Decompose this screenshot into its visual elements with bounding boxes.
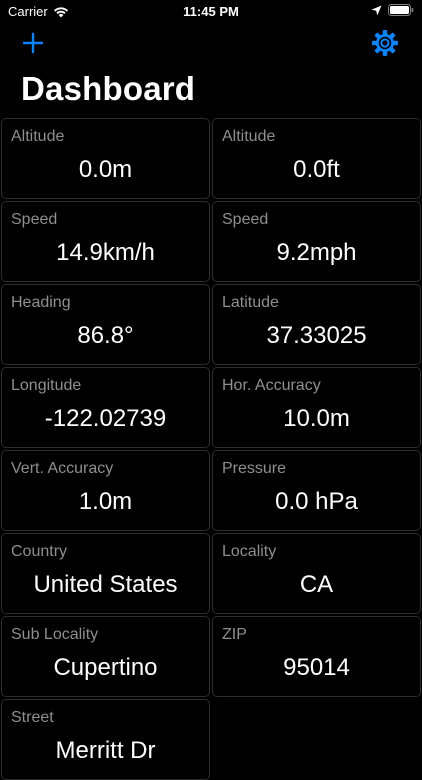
- location-arrow-icon: [371, 5, 382, 16]
- page-title: Dashboard: [21, 70, 196, 107]
- status-bar: Carrier 11:45 PM: [0, 0, 422, 24]
- tile-label: Speed: [11, 211, 58, 228]
- add-button[interactable]: [20, 30, 46, 56]
- tile-value: Merritt Dr: [55, 737, 156, 764]
- tile-value: United States: [33, 571, 178, 598]
- tile-label: Locality: [222, 543, 277, 560]
- tile-value: 0.0ft: [293, 156, 340, 183]
- tile-value: 14.9km/h: [56, 239, 155, 266]
- tile-street[interactable]: Street Merritt Dr: [1, 699, 210, 780]
- tile-label: Heading: [11, 294, 71, 311]
- tile-value: 9.2mph: [276, 239, 357, 266]
- tile-altitude-m[interactable]: Altitude 0.0m: [1, 118, 210, 199]
- tile-latitude[interactable]: Latitude 37.33025: [212, 284, 421, 365]
- settings-button[interactable]: [370, 28, 400, 58]
- tile-value: 0.0 hPa: [275, 488, 358, 515]
- tile-speed-mph[interactable]: Speed 9.2mph: [212, 201, 421, 282]
- gear-icon: [372, 30, 398, 56]
- tile-pressure[interactable]: Pressure 0.0 hPa: [212, 450, 421, 531]
- tile-value: 95014: [283, 654, 350, 681]
- tile-speed-kmh[interactable]: Speed 14.9km/h: [1, 201, 210, 282]
- tile-value: 37.33025: [266, 322, 367, 349]
- tile-value: 0.0m: [78, 156, 133, 183]
- tile-locality[interactable]: Locality CA: [212, 533, 421, 614]
- tile-label: ZIP: [222, 626, 247, 643]
- tile-label: Country: [11, 543, 68, 560]
- tile-value: Cupertino: [53, 654, 158, 681]
- tile-value: 10.0m: [283, 405, 350, 432]
- tile-altitude-ft[interactable]: Altitude 0.0ft: [212, 118, 421, 199]
- tile-sub-locality[interactable]: Sub Locality Cupertino: [1, 616, 210, 697]
- tile-label: Altitude: [222, 128, 276, 145]
- battery-icon: [388, 4, 414, 16]
- tile-label: Latitude: [222, 294, 279, 311]
- tile-value: CA: [299, 571, 334, 598]
- tile-label: Speed: [222, 211, 269, 228]
- status-time: 11:45 PM: [183, 4, 239, 19]
- navigation-bar: [0, 26, 422, 62]
- tile-label: Longitude: [11, 377, 82, 394]
- tile-zip[interactable]: ZIP 95014: [212, 616, 421, 697]
- tile-vertical-accuracy[interactable]: Vert. Accuracy 1.0m: [1, 450, 210, 531]
- tile-horizontal-accuracy[interactable]: Hor. Accuracy 10.0m: [212, 367, 421, 448]
- tile-label: Sub Locality: [11, 626, 99, 643]
- tile-label: Pressure: [222, 460, 287, 477]
- tile-longitude[interactable]: Longitude -122.02739: [1, 367, 210, 448]
- tile-value: 1.0m: [78, 488, 133, 515]
- tile-label: Street: [11, 709, 54, 726]
- status-right: [371, 4, 414, 16]
- plus-icon: [22, 32, 44, 54]
- tile-value: -122.02739: [44, 405, 167, 432]
- tile-label: Hor. Accuracy: [222, 377, 321, 394]
- tile-heading[interactable]: Heading 86.8°: [1, 284, 210, 365]
- tile-country[interactable]: Country United States: [1, 533, 210, 614]
- tile-label: Vert. Accuracy: [11, 460, 114, 477]
- tile-value: 86.8°: [77, 322, 134, 349]
- dashboard-grid: Altitude 0.0m Altitude 0.0ft Speed 14.9k…: [1, 118, 421, 780]
- tile-label: Altitude: [11, 128, 65, 145]
